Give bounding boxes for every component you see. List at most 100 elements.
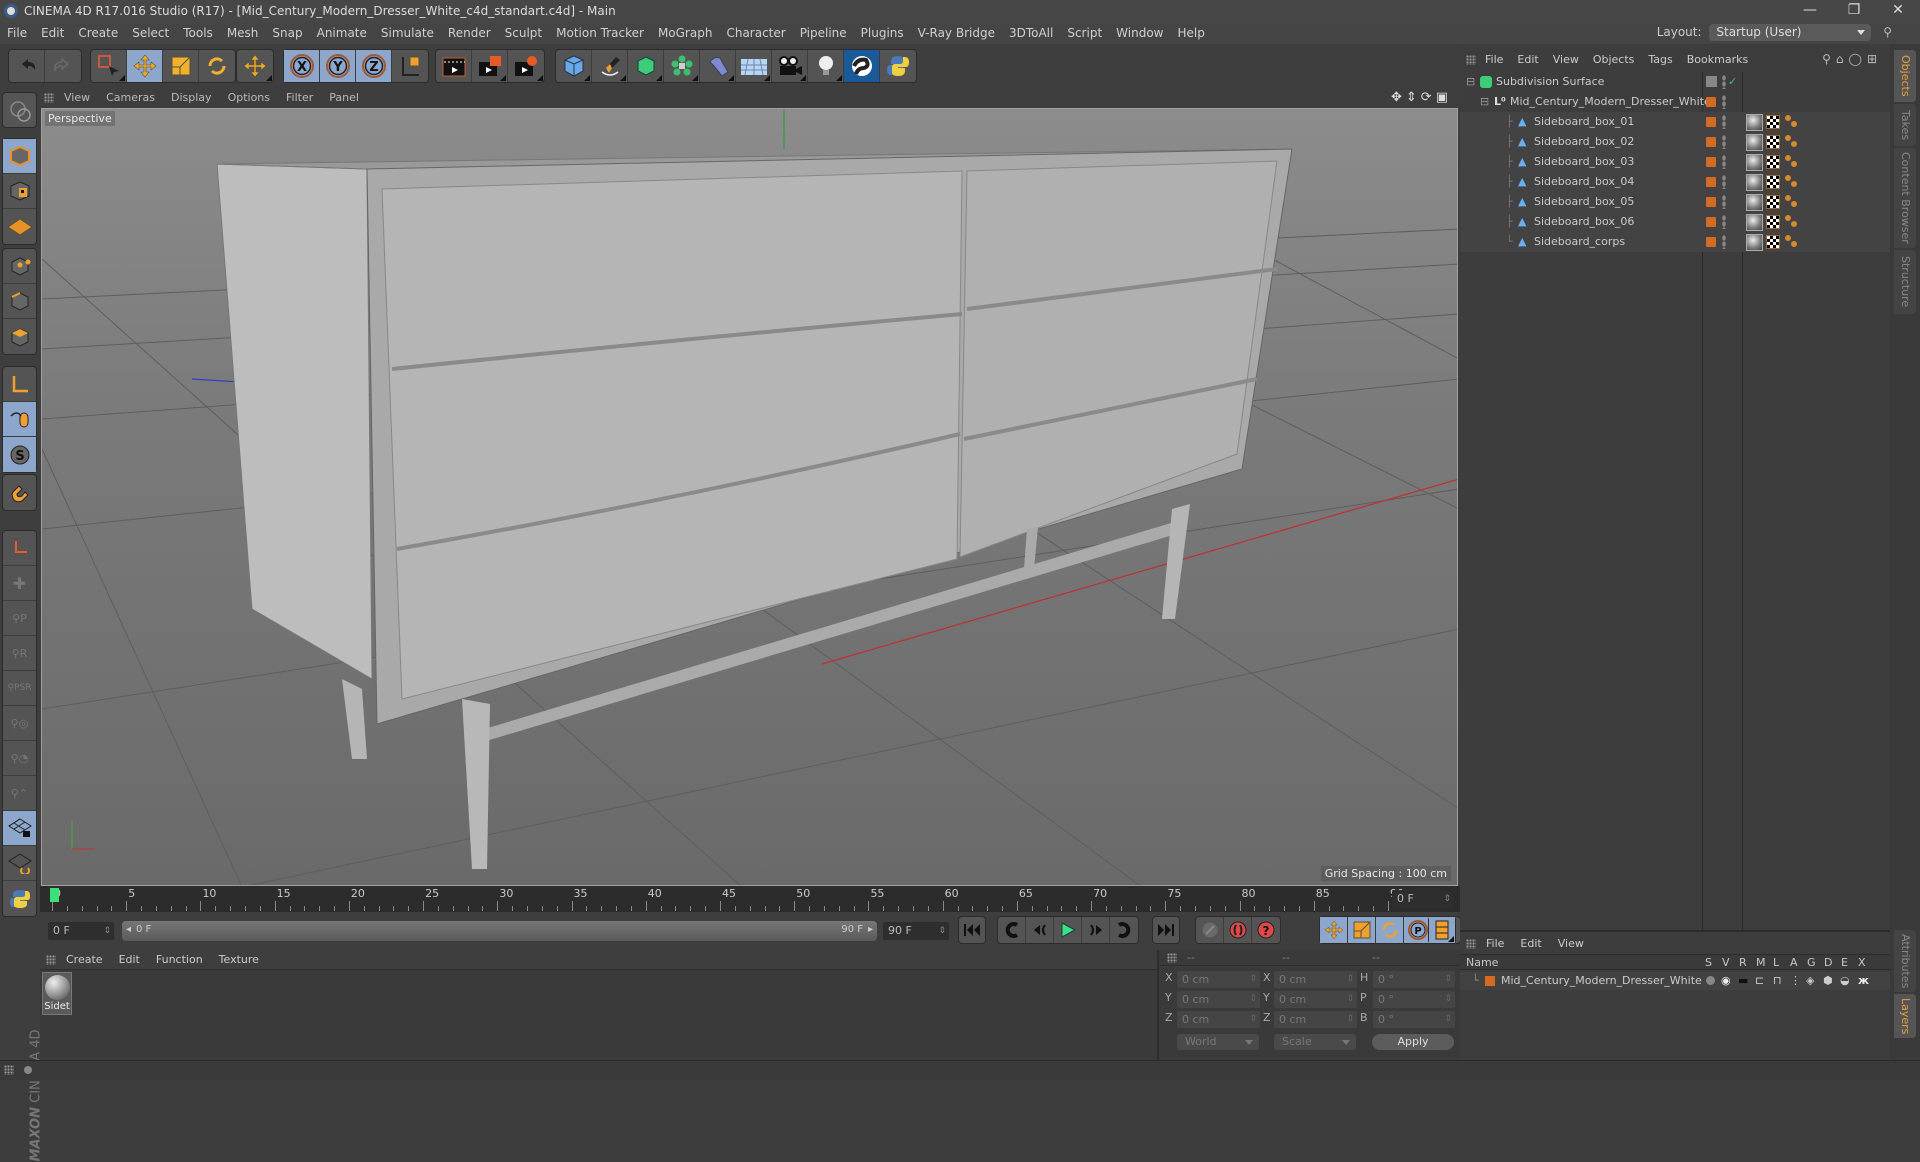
column-expressions[interactable]: E — [1841, 955, 1848, 971]
material-menu-edit[interactable]: Edit — [111, 950, 148, 970]
visibility-dots-icon[interactable] — [1722, 175, 1726, 189]
new-window-icon[interactable]: ⊞ — [1867, 52, 1882, 66]
object-row[interactable]: ├ ▲ Sideboard_box_06 — [1460, 212, 1890, 232]
menu-animate[interactable]: Animate — [310, 22, 374, 44]
scale-icon[interactable] — [163, 50, 199, 82]
layer-color-icon[interactable] — [1706, 137, 1716, 147]
tab-objects[interactable]: Objects — [1894, 50, 1916, 102]
size-x-field[interactable]: 0 cm — [1274, 971, 1357, 988]
phong-tag-icon[interactable] — [1785, 195, 1799, 209]
z-axis-lock-icon[interactable]: Z — [356, 50, 392, 82]
start-frame-field[interactable]: 0 F — [48, 922, 114, 940]
column-name[interactable]: Name — [1466, 955, 1498, 971]
keyframe-point-icon[interactable]: ⚲⌃ — [3, 776, 36, 811]
object-name[interactable]: Subdivision Surface — [1496, 72, 1604, 92]
menu-select[interactable]: Select — [125, 22, 176, 44]
object-row[interactable]: ├ ▲ Sideboard_box_05 — [1460, 192, 1890, 212]
timeline-ruler[interactable]: 051015202530354045505560657075808590 0 F — [40, 886, 1460, 912]
search-icon[interactable]: ⚲ — [1822, 52, 1836, 66]
go-to-end-icon[interactable] — [1153, 917, 1179, 943]
coordinate-space-dropdown[interactable]: World — [1177, 1034, 1259, 1050]
coordinate-mode-dropdown[interactable]: Scale — [1274, 1034, 1356, 1050]
viewport-menu-options[interactable]: Options — [220, 88, 278, 108]
object-menu-tags[interactable]: Tags — [1641, 50, 1679, 70]
sketch-icon[interactable] — [844, 50, 880, 82]
visibility-dots-icon[interactable] — [1722, 195, 1726, 209]
key-position-icon[interactable] — [1320, 917, 1348, 943]
menu-sculpt[interactable]: Sculpt — [498, 22, 549, 44]
python-icon[interactable] — [3, 881, 36, 916]
snap-icon[interactable]: S — [3, 437, 36, 472]
workplane-lock-icon[interactable] — [3, 811, 36, 846]
move-view-icon[interactable]: ✥ — [1391, 90, 1406, 105]
viewport-menu-view[interactable]: View — [56, 88, 98, 108]
uvw-tag-icon[interactable] — [1766, 155, 1780, 169]
menu-script[interactable]: Script — [1060, 22, 1109, 44]
lock-toggle-icon[interactable]: ⊓ — [1773, 972, 1782, 990]
viewport-perspective[interactable]: Perspective Grid Spacing : 100 cm — [41, 108, 1458, 886]
column-xref[interactable]: X — [1858, 955, 1866, 971]
rot-p-field[interactable]: 0 ° — [1373, 991, 1455, 1008]
visibility-dots-icon[interactable] — [1722, 235, 1726, 249]
home-icon[interactable]: ⌂ — [1836, 52, 1849, 66]
make-editable-icon[interactable] — [3, 93, 36, 128]
panel-grip[interactable] — [1466, 939, 1476, 949]
menu-motion-tracker[interactable]: Motion Tracker — [549, 22, 651, 44]
rotate-view-icon[interactable]: ⟳ — [1421, 90, 1436, 105]
points-mode-icon[interactable] — [3, 249, 36, 284]
menu-edit[interactable]: Edit — [34, 22, 71, 44]
key-scale-icon[interactable] — [1348, 917, 1376, 943]
object-name[interactable]: Sideboard_box_01 — [1534, 112, 1634, 132]
key-rotation-icon[interactable] — [1376, 917, 1404, 943]
expand-toggle-icon[interactable]: ⊟ — [1466, 72, 1475, 92]
panel-grip[interactable] — [1466, 55, 1476, 65]
render-settings-icon[interactable] — [508, 50, 544, 82]
column-solo[interactable]: S — [1705, 955, 1712, 971]
object-menu-edit[interactable]: Edit — [1510, 50, 1545, 70]
manager-toggle-icon[interactable]: ⊏ — [1755, 972, 1764, 990]
deformers-toggle-icon[interactable]: ⬢ — [1823, 972, 1833, 990]
column-locked[interactable]: L — [1773, 955, 1779, 971]
material-menu-create[interactable]: Create — [58, 950, 111, 970]
menu-vray-bridge[interactable]: V-Ray Bridge — [911, 22, 1002, 44]
material-tag-icon[interactable] — [1746, 114, 1763, 131]
layer-row[interactable]: └ Mid_Century_Modern_Dresser_White ◉ ▬ ⊏… — [1460, 972, 1890, 990]
uvw-tag-icon[interactable] — [1766, 235, 1780, 249]
tab-content-browser[interactable]: Content Browser — [1894, 148, 1916, 248]
object-name[interactable]: Sideboard_box_04 — [1534, 172, 1634, 192]
object-name[interactable]: Sideboard_box_03 — [1534, 152, 1634, 172]
menu-help[interactable]: Help — [1170, 22, 1211, 44]
phong-tag-icon[interactable] — [1785, 155, 1799, 169]
column-deformers[interactable]: D — [1824, 955, 1832, 971]
maximize-view-icon[interactable]: ▣ — [1436, 90, 1452, 105]
object-menu-view[interactable]: View — [1546, 50, 1586, 70]
object-row[interactable]: ├ ▲ Sideboard_box_02 — [1460, 132, 1890, 152]
material-tag-icon[interactable] — [1746, 194, 1763, 211]
viewport-menu-panel[interactable]: Panel — [321, 88, 367, 108]
solo-toggle-icon[interactable] — [1706, 976, 1715, 985]
layer-menu-view[interactable]: View — [1550, 934, 1592, 954]
object-row[interactable]: ├ ▲ Sideboard_box_04 — [1460, 172, 1890, 192]
tab-takes[interactable]: Takes — [1894, 104, 1916, 146]
render-toggle-icon[interactable]: ▬ — [1738, 972, 1748, 990]
y-axis-lock-icon[interactable]: Y — [320, 50, 356, 82]
current-frame-marker[interactable] — [50, 888, 59, 902]
cube-icon[interactable] — [556, 50, 592, 82]
expressions-toggle-icon[interactable]: ◒ — [1840, 972, 1850, 990]
layer-color-icon[interactable] — [1706, 217, 1716, 227]
column-visible[interactable]: V — [1722, 955, 1730, 971]
layer-color-icon[interactable] — [1706, 197, 1716, 207]
object-row[interactable]: ⊟ Subdivision Surface ✓ — [1460, 72, 1890, 92]
current-frame-field[interactable]: 0 F — [1392, 890, 1454, 908]
render-picture-viewer-icon[interactable] — [472, 50, 508, 82]
rot-h-field[interactable]: 0 ° — [1373, 971, 1455, 988]
uvw-tag-icon[interactable] — [1766, 175, 1780, 189]
generators-toggle-icon[interactable]: ◈ — [1806, 972, 1814, 990]
pen-spline-icon[interactable] — [592, 50, 628, 82]
phong-tag-icon[interactable] — [1785, 135, 1799, 149]
menu-mograph[interactable]: MoGraph — [651, 22, 720, 44]
record-active-icon[interactable] — [1196, 917, 1224, 943]
cloner-icon[interactable] — [664, 50, 700, 82]
light-icon[interactable] — [808, 50, 844, 82]
menu-render[interactable]: Render — [441, 22, 498, 44]
